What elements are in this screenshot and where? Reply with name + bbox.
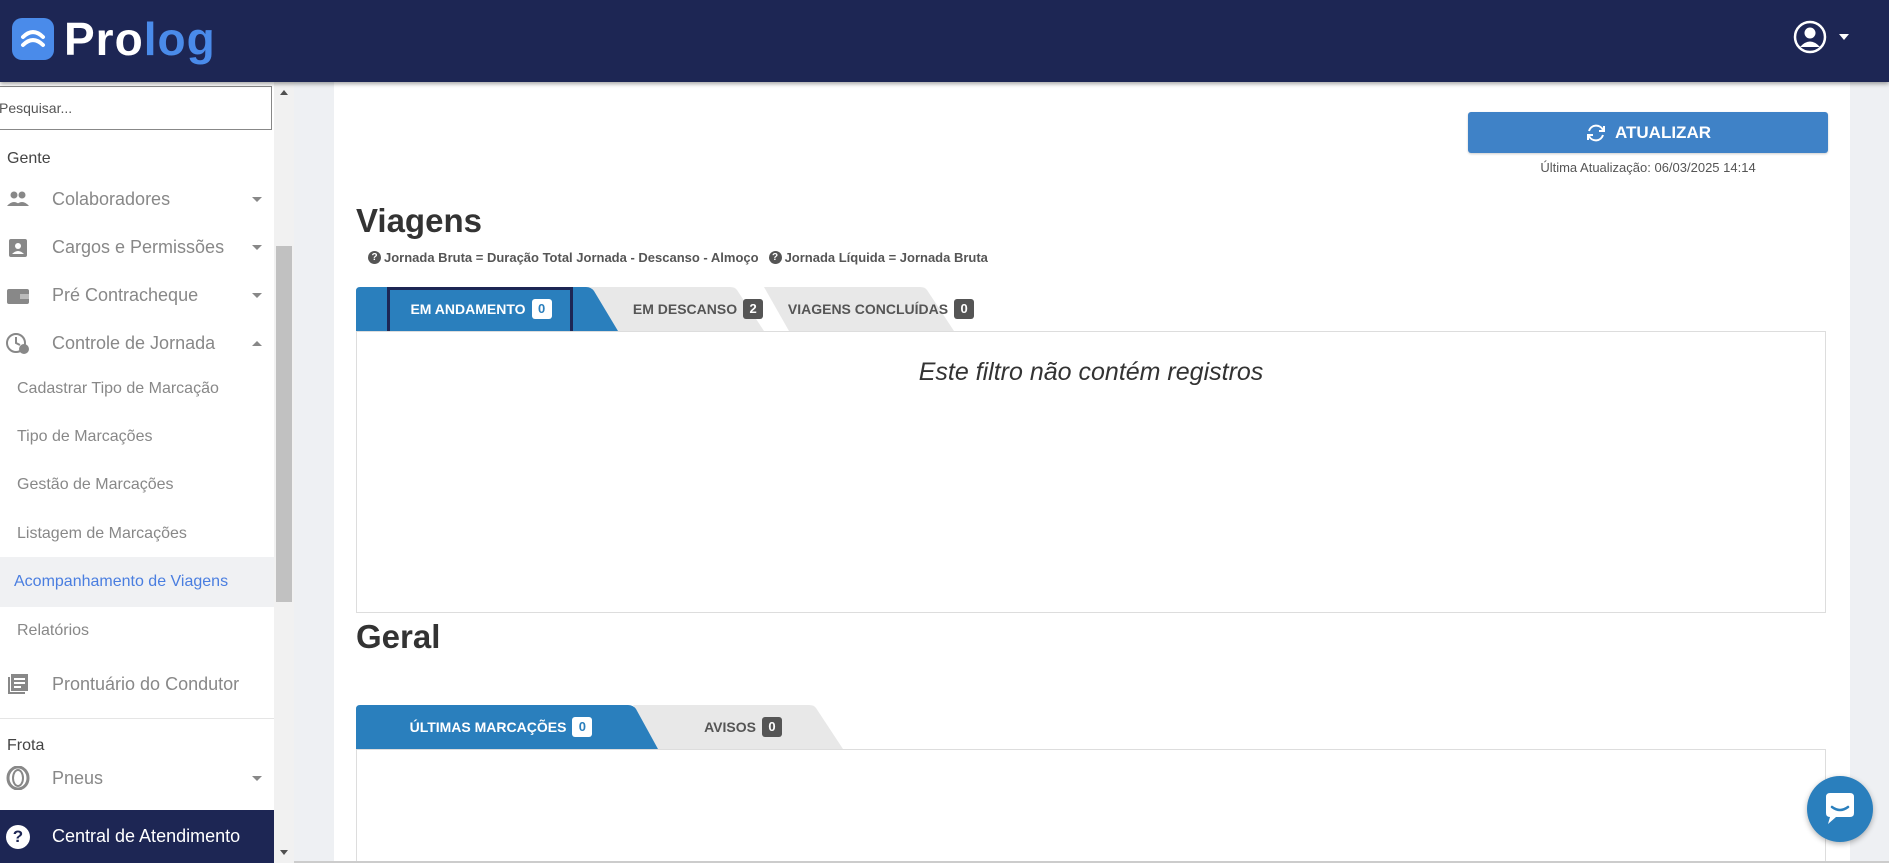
chevron-down-icon <box>252 196 262 202</box>
last-update-text: Última Atualização: 06/03/2025 14:14 <box>1540 160 1756 175</box>
user-avatar-icon <box>1793 20 1827 54</box>
tab-label: VIAGENS CONCLUÍDAS <box>787 301 949 317</box>
sidebar-item-label: Colaboradores <box>52 188 171 209</box>
tab-viagens-concluidas[interactable]: VIAGENS CONCLUÍDAS 0 <box>786 287 976 331</box>
tab-em-descanso[interactable]: EM DESCANSO 2 <box>618 287 778 331</box>
atualizar-button[interactable]: ATUALIZAR <box>1468 112 1828 153</box>
sidebar-subitem-acompanhamento-viagens[interactable]: Acompanhamento de Viagens <box>0 557 274 607</box>
sidebar-item-prontuario[interactable]: Prontuário do Condutor <box>0 662 274 706</box>
user-menu[interactable] <box>1793 20 1849 54</box>
sidebar-item-label: Prontuário do Condutor <box>52 673 240 694</box>
sidebar-item-colaboradores[interactable]: Colaboradores <box>0 177 274 221</box>
sidebar-subitem-label: Relatórios <box>17 622 90 639</box>
tire-icon <box>6 766 30 790</box>
tab-label: ÚLTIMAS MARCAÇÕES <box>409 719 567 735</box>
scroll-down-arrow-icon[interactable] <box>280 850 288 855</box>
section-label-frota: Frota <box>7 737 45 754</box>
sidebar-item-label: Controle de Jornada <box>52 332 216 353</box>
legend-jornada-bruta: ? Jornada Bruta = Duração Total Jornada -… <box>368 250 759 265</box>
atualizar-label: ATUALIZAR <box>1615 122 1711 142</box>
prolog-logo-icon <box>12 18 54 60</box>
legend-jornada-liquida-text: Jornada Líquida = Jornada Bruta <box>784 250 988 265</box>
sidebar-subitem-label: Tipo de Marcações <box>17 428 153 445</box>
scroll-up-arrow-icon[interactable] <box>280 90 288 95</box>
chat-button[interactable] <box>1807 776 1873 842</box>
chat-icon <box>1826 793 1854 824</box>
tab-count-badge: 0 <box>954 299 975 319</box>
sidebar-subitem-relatorios[interactable]: Relatórios <box>0 609 274 653</box>
scrollbar-thumb[interactable] <box>276 246 292 602</box>
sidebar-item-pneus[interactable]: Pneus <box>0 756 274 800</box>
sidebar-item-label: Cargos e Permissões <box>52 236 225 257</box>
tab-avisos[interactable]: AVISOS 0 <box>658 705 828 749</box>
sidebar-item-cargos[interactable]: Cargos e Permissões <box>0 225 274 269</box>
chevron-down-icon <box>252 775 262 781</box>
wallet-icon <box>7 289 29 304</box>
sidebar-scrollbar[interactable] <box>274 82 294 863</box>
sidebar-subitem-tipo-marcacoes[interactable]: Tipo de Marcações <box>0 415 274 459</box>
chevron-down-icon <box>252 244 262 250</box>
geral-tabs: ÚLTIMAS MARCAÇÕES 0 AVISOS 0 <box>356 705 856 749</box>
sidebar-subitem-label: Acompanhamento de Viagens <box>14 573 229 590</box>
sidebar-subitem-label: Cadastrar Tipo de Marcação <box>17 380 219 397</box>
section-label-gente: Gente <box>7 150 51 167</box>
main-card: ATUALIZAR Última Atualização: 06/03/2025… <box>334 82 1850 863</box>
viagens-heading: Viagens <box>356 202 482 239</box>
legend-jornada-bruta-text: Jornada Bruta = Duração Total Jornada - … <box>384 250 759 265</box>
sidebar-item-label: Pneus <box>52 767 104 788</box>
central-atendimento-button[interactable]: ? Central de Atendimento <box>0 810 274 863</box>
sidebar-subitem-label: Listagem de Marcações <box>17 525 187 542</box>
central-atendimento-label: Central de Atendimento <box>52 826 241 846</box>
sidebar-subitem-label: Gestão de Marcações <box>17 476 174 493</box>
sidebar-item-controle-jornada[interactable]: Controle de Jornada <box>0 321 274 365</box>
tab-ultimas-marcacoes[interactable]: ÚLTIMAS MARCAÇÕES 0 <box>356 705 646 749</box>
tab-label: AVISOS <box>704 719 756 735</box>
geral-heading: Geral <box>356 618 441 655</box>
legend-jornada-liquida: ? Jornada Líquida = Jornada Bruta <box>768 250 988 265</box>
chevron-up-icon <box>252 340 262 346</box>
sidebar-subitem-listagem-marcacoes[interactable]: Listagem de Marcações <box>0 512 274 556</box>
empty-state-message: Este filtro não contém registros <box>918 358 1264 386</box>
sidebar-item-label: Pré Contracheque <box>52 284 199 305</box>
geral-panel <box>356 749 1826 863</box>
sidebar-subitem-gestao-marcacoes[interactable]: Gestão de Marcações <box>0 463 274 507</box>
sidebar-divider <box>0 718 274 719</box>
tab-count-badge: 0 <box>761 717 782 737</box>
people-icon <box>7 191 29 206</box>
top-navbar: Prolog <box>0 0 1889 82</box>
tab-label: EM DESCANSO <box>632 301 738 317</box>
logo-text: Prolog <box>64 14 216 64</box>
logo-text-pro: Pro <box>64 13 144 65</box>
viagens-tabs: EM ANDAMENTO 0 EM DESCANSO 2 VIAGENS CON… <box>356 287 1156 344</box>
chevron-down-icon <box>252 292 262 298</box>
prolog-logo[interactable]: Prolog <box>12 14 216 64</box>
clock-icon <box>6 333 29 354</box>
chevron-down-icon <box>1839 34 1849 40</box>
question-icon: ? <box>368 251 381 264</box>
book-icon <box>8 674 28 694</box>
logo-text-log: log <box>143 13 216 65</box>
badge-icon <box>9 239 27 257</box>
jornada-legend: ? Jornada Bruta = Duração Total Jornada -… <box>368 250 988 265</box>
viagens-panel: Este filtro não contém registros <box>356 331 1826 613</box>
sidebar-subitem-cadastrar-tipo[interactable]: Cadastrar Tipo de Marcação <box>0 367 274 411</box>
sidebar-search-input[interactable] <box>0 86 272 130</box>
help-icon: ? <box>6 824 30 849</box>
refresh-icon <box>1587 124 1605 141</box>
sidebar: Gente Colaboradores Cargos e Permissões … <box>0 82 274 863</box>
question-icon: ? <box>768 251 782 264</box>
tab-count-badge: 0 <box>572 717 593 737</box>
sidebar-item-pre-contracheque[interactable]: Pré Contracheque <box>0 273 274 317</box>
tab-count-badge: 2 <box>743 299 764 319</box>
